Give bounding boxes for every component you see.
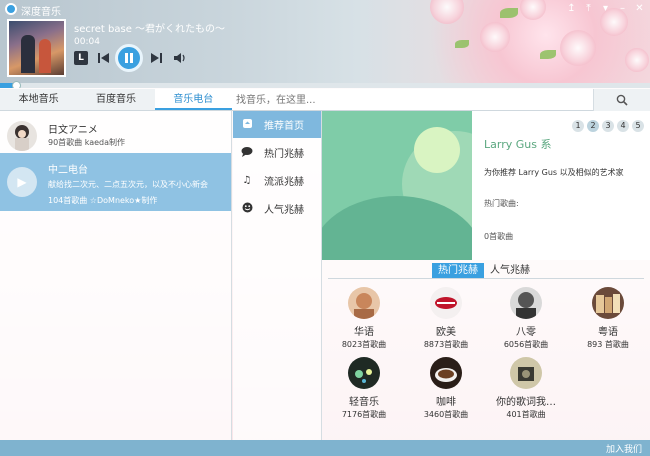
lyrics-button[interactable]: L [74,51,88,65]
nav-item-genre[interactable]: ♫ 流派兆赫 [233,167,321,194]
tab-popular-channels[interactable]: 人气兆赫 [484,263,536,279]
pager-dot[interactable]: 1 [572,120,584,132]
tab-music-radio[interactable]: 音乐电台 [154,89,232,110]
smiley-icon [240,202,254,216]
close-icon[interactable]: ✕ [633,2,646,15]
music-player-window: 深度音乐 ↥ ⤒ ▾ – ✕ secret base ～君がくれたもの～ 00:… [0,0,650,456]
home-icon [240,118,254,132]
list-item[interactable]: ▶ 中二电台 献给找二次元、二点五次元，以及不小心新会 104首歌曲 ☆DoMn… [0,153,231,211]
leaf-decoration [540,50,556,59]
channel-thumbnail [430,287,462,319]
next-icon[interactable] [148,50,164,66]
search-button[interactable] [593,89,650,111]
radio-thumbnail [7,121,37,151]
channel-thumbnail [510,357,542,389]
source-tabs: 本地音乐 百度音乐 音乐电台 [0,89,232,111]
radio-desc: 90首歌曲 kaeda制作 [48,138,126,147]
radio-meta: 104首歌曲 ☆DoMneko★制作 [48,196,158,205]
play-icon[interactable]: ▶ [7,167,37,197]
channel-item-cantonese[interactable]: 粤语 893 首歌曲 [568,287,648,349]
progress-handle[interactable] [12,81,22,88]
volume-icon[interactable] [172,50,188,66]
list-item[interactable]: 日文アニメ 90首歌曲 kaeda制作 [0,113,231,153]
search-input[interactable] [234,91,592,109]
radio-name: 日文アニメ [48,125,98,136]
search-bar [232,89,650,111]
app-logo-icon [5,3,17,15]
nav-item-recommend[interactable]: 推荐首页 [233,111,321,138]
pause-button[interactable] [115,44,143,72]
join-us-link[interactable]: 加入我们 [606,442,642,455]
progress-bar[interactable] [0,81,650,88]
channel-thumbnail [348,287,380,319]
radio-list: 日文アニメ 90首歌曲 kaeda制作 ▶ 中二电台 献给找二次元、二点五次元，… [0,111,232,440]
menu-icon[interactable]: ▾ [599,2,612,15]
pager-dot[interactable]: 2 [587,120,599,132]
search-icon [616,94,628,106]
channel-item-light-music[interactable]: 轻音乐 7176首歌曲 [324,357,404,419]
channel-thumbnail [510,287,542,319]
mini-mode-icon[interactable]: ⤒ [582,2,595,15]
channel-item-coffee[interactable]: 咖啡 3460首歌曲 [406,357,486,419]
channel-thumbnail [430,357,462,389]
artist-banner[interactable] [322,111,472,260]
status-bar: 加入我们 [0,440,650,456]
window-controls: ↥ ⤒ ▾ – ✕ [565,2,646,15]
title-bar[interactable]: 深度音乐 ↥ ⤒ ▾ – ✕ [0,0,650,18]
song-title: secret base ～君がくれたもの～ [74,24,226,35]
channel-item-80s[interactable]: 八零 6056首歌曲 [486,287,566,349]
app-title: 深度音乐 [21,7,61,18]
chat-icon [240,146,254,160]
previous-icon[interactable] [96,50,112,66]
channel-item-lyrics[interactable]: 你的歌词我… 401首歌曲 [486,357,566,419]
hot-songs-label: 热门歌曲: [484,199,519,208]
blossom-decoration [560,30,596,66]
divider [328,278,644,279]
tab-baidu-music[interactable]: 百度音乐 [77,89,154,110]
nav-item-popular[interactable]: 人气兆赫 [233,195,321,222]
channel-item-chinese[interactable]: 华语 8023首歌曲 [324,287,404,349]
nav-item-hot[interactable]: 热门兆赫 [233,139,321,166]
blossom-decoration [480,22,510,52]
leaf-decoration [455,40,469,48]
pager-dot[interactable]: 3 [602,120,614,132]
radio-name: 中二电台 [48,165,88,176]
artist-name[interactable]: Larry Gus 系 [484,136,551,152]
recommend-text: 为你推荐 Larry Gus 以及相似的艺术家 [484,168,624,177]
recommend-content: 1 2 3 4 5 Larry Gus 系 为你推荐 Larry Gus 以及相… [322,111,650,440]
minimize-icon[interactable]: – [616,2,629,15]
album-cover[interactable] [7,19,66,77]
radio-nav: 推荐首页 热门兆赫 ♫ 流派兆赫 人气兆赫 [233,111,322,440]
song-time: 00:04 [74,37,100,47]
skin-icon[interactable]: ↥ [565,2,578,15]
pager-dot[interactable]: 5 [632,120,644,132]
channel-thumbnail [348,357,380,389]
recommend-panel: 1 2 3 4 5 Larry Gus 系 为你推荐 Larry Gus 以及相… [472,111,650,260]
blossom-decoration [625,48,649,72]
song-count: 0首歌曲 [484,232,514,241]
player-header: 深度音乐 ↥ ⤒ ▾ – ✕ secret base ～君がくれたもの～ 00:… [0,0,650,88]
pager-dot[interactable]: 4 [617,120,629,132]
tab-local-music[interactable]: 本地音乐 [0,89,77,110]
radio-desc: 献给找二次元、二点五次元，以及不小心新会 [48,180,208,189]
music-note-icon: ♫ [242,175,252,186]
banner-pager: 1 2 3 4 5 [572,120,644,132]
channel-subtabs: 热门兆赫 人气兆赫 [432,263,536,279]
tab-hot-channels[interactable]: 热门兆赫 [432,263,484,279]
channel-thumbnail [592,287,624,319]
channel-item-western[interactable]: 欧美 8873首歌曲 [406,287,486,349]
